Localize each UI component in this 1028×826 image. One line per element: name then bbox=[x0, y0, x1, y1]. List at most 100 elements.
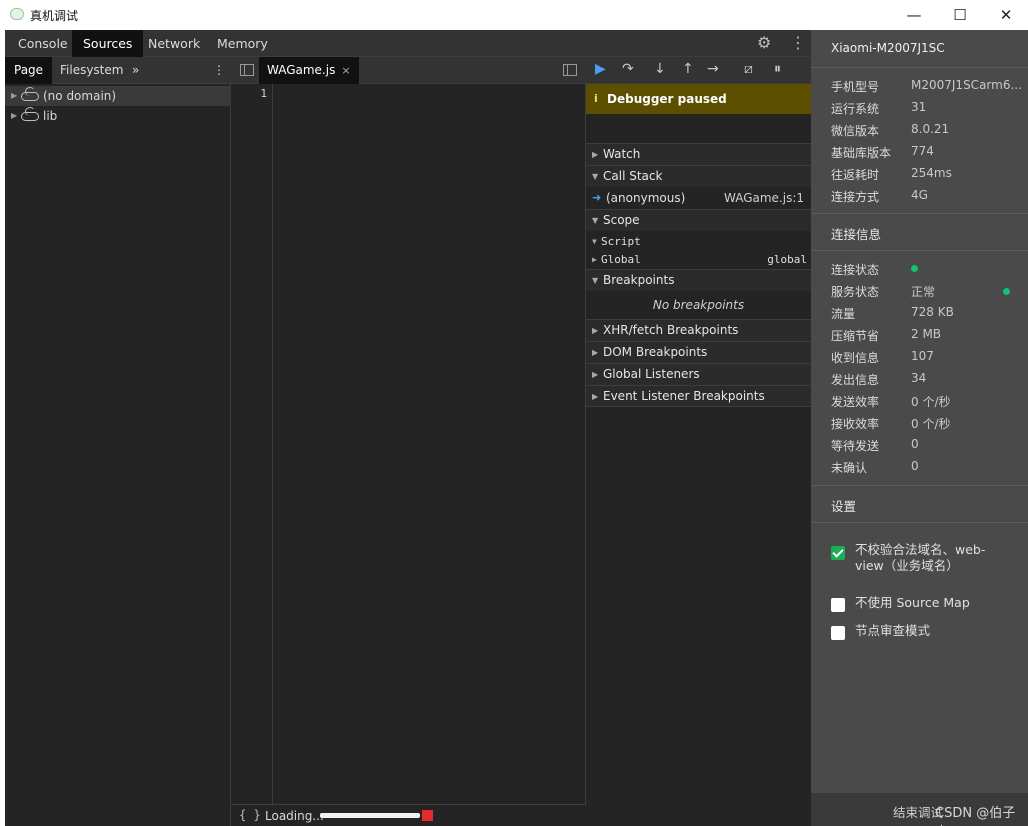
section-dom-breakpoints[interactable]: ▶ DOM Breakpoints bbox=[586, 341, 811, 363]
conn-value: 0 bbox=[911, 459, 919, 473]
conn-value: 0 个/秒 bbox=[911, 395, 951, 409]
tree-item-label: (no domain) bbox=[43, 89, 117, 103]
spec-key: 手机型号 bbox=[831, 80, 880, 94]
spec-key: 微信版本 bbox=[831, 124, 880, 138]
tab-sources[interactable]: Sources bbox=[72, 30, 144, 57]
tab-console[interactable]: Console bbox=[7, 30, 79, 57]
scope-global-row[interactable]: ▶ Global global bbox=[586, 250, 811, 270]
expand-triangle-icon: ▶ bbox=[592, 150, 599, 159]
step-over-icon[interactable]: ↷ bbox=[622, 61, 634, 77]
pause-on-exceptions-icon[interactable]: ⏸ bbox=[774, 61, 781, 77]
spec-value: 4G bbox=[911, 188, 928, 202]
line-gutter: 1 bbox=[231, 84, 273, 804]
title-bar: 真机调试 — ☐ ✕ bbox=[0, 0, 1028, 30]
call-frame-name: (anonymous) bbox=[606, 191, 686, 205]
spec-value: 774 bbox=[911, 144, 934, 158]
expand-triangle-icon: ▶ bbox=[592, 255, 597, 264]
editor-tab-bar: WAGame.js × bbox=[231, 57, 586, 84]
collapse-triangle-icon: ▼ bbox=[592, 237, 597, 246]
device-name: Xiaomi-M2007J1SC bbox=[831, 41, 945, 55]
no-breakpoints-text: No breakpoints bbox=[652, 298, 745, 312]
more-tabs-icon[interactable]: » bbox=[123, 57, 148, 84]
conn-value: 107 bbox=[911, 349, 934, 363]
conn-key: 连接状态 bbox=[831, 263, 880, 277]
skip-domain-check-label[interactable]: 不校验合法域名、web- view（业务域名） bbox=[855, 542, 985, 574]
tree-item-lib[interactable]: ▶ lib bbox=[5, 106, 231, 126]
app-logo-icon bbox=[10, 8, 24, 20]
conn-key: 发出信息 bbox=[831, 373, 880, 387]
resume-icon[interactable]: ▶︎ bbox=[595, 61, 606, 77]
conn-value: 0 个/秒 bbox=[911, 417, 951, 431]
stop-loading-icon[interactable] bbox=[422, 810, 433, 821]
section-scope[interactable]: ▼ Scope bbox=[586, 209, 811, 231]
skip-domain-check-checkbox[interactable] bbox=[831, 546, 845, 560]
node-inspect-mode-label[interactable]: 节点审查模式 bbox=[855, 623, 930, 639]
section-label: DOM Breakpoints bbox=[603, 345, 708, 359]
window-title: 真机调试 bbox=[30, 9, 79, 23]
close-tab-icon[interactable]: × bbox=[341, 64, 350, 77]
conn-key: 接收效率 bbox=[831, 417, 880, 431]
conn-key: 流量 bbox=[831, 307, 856, 321]
debugger-toolbar: ▶︎ ↷ ↓ ↑ → ⧄ ⏸ bbox=[586, 57, 811, 84]
section-event-listener-breakpoints[interactable]: ▶ Event Listener Breakpoints bbox=[586, 385, 811, 407]
loading-progress-bar bbox=[320, 813, 420, 818]
kebab-icon[interactable]: ⋮ bbox=[790, 33, 806, 52]
pretty-print-button[interactable]: { } bbox=[239, 808, 261, 822]
section-label: Global Listeners bbox=[603, 367, 700, 381]
spec-key: 往返耗时 bbox=[831, 168, 880, 182]
navigator-tabs: Page Filesystem » ⋮ bbox=[5, 57, 231, 84]
close-button[interactable]: ✕ bbox=[983, 0, 1028, 30]
call-frame-location[interactable]: WAGame.js:1 bbox=[724, 188, 804, 208]
tab-filesystem[interactable]: Filesystem bbox=[51, 57, 132, 84]
minimize-button[interactable]: — bbox=[891, 0, 937, 30]
divider bbox=[811, 67, 1028, 68]
divider bbox=[811, 522, 1028, 523]
toggle-navigator-icon[interactable] bbox=[240, 64, 254, 76]
devtools-panel: Console Sources Network Memory ⚙ ⋮ Page … bbox=[5, 30, 811, 826]
conn-key: 等待发送 bbox=[831, 439, 880, 453]
section-call-stack[interactable]: ▼ Call Stack bbox=[586, 165, 811, 187]
maximize-button[interactable]: ☐ bbox=[937, 0, 983, 30]
step-icon[interactable]: → bbox=[707, 61, 719, 77]
debugger-sidebar: ▶︎ ↷ ↓ ↑ → ⧄ ⏸ i Debugger paused ▶ Watch… bbox=[586, 57, 811, 826]
settings-header: 设置 bbox=[831, 499, 857, 514]
call-frame-row[interactable]: ➜ (anonymous) WAGame.js:1 bbox=[586, 188, 811, 208]
info-icon: i bbox=[594, 92, 598, 105]
paused-text: Debugger paused bbox=[607, 92, 727, 106]
tab-memory[interactable]: Memory bbox=[206, 30, 279, 57]
tree-item-label: lib bbox=[43, 109, 58, 123]
section-watch[interactable]: ▶ Watch bbox=[586, 143, 811, 165]
section-global-listeners[interactable]: ▶ Global Listeners bbox=[586, 363, 811, 385]
divider bbox=[811, 213, 1028, 214]
tab-network[interactable]: Network bbox=[137, 30, 211, 57]
navigator-menu-icon[interactable]: ⋮ bbox=[204, 57, 234, 84]
divider bbox=[811, 485, 1028, 486]
section-breakpoints[interactable]: ▼ Breakpoints bbox=[586, 269, 811, 291]
service-status-dot bbox=[1003, 288, 1010, 295]
tab-page[interactable]: Page bbox=[5, 57, 53, 84]
device-info-panel: Xiaomi-M2007J1SC 手机型号 M2007J1SCarm6... 运… bbox=[811, 30, 1028, 826]
devtools-tab-bar: Console Sources Network Memory ⚙ ⋮ bbox=[5, 30, 811, 57]
gear-icon[interactable]: ⚙ bbox=[757, 33, 771, 52]
scope-script-row[interactable]: ▼ Script bbox=[586, 232, 811, 252]
spec-value: 254ms bbox=[911, 166, 952, 180]
file-tab-wagame[interactable]: WAGame.js × bbox=[259, 57, 359, 84]
node-inspect-mode-checkbox[interactable] bbox=[831, 626, 845, 640]
spec-value: 8.0.21 bbox=[911, 122, 950, 136]
disable-source-map-checkbox[interactable] bbox=[831, 598, 845, 612]
section-xhr-breakpoints[interactable]: ▶ XHR/fetch Breakpoints bbox=[586, 319, 811, 341]
deactivate-breakpoints-icon[interactable]: ⧄ bbox=[744, 61, 753, 77]
tree-item-no-domain[interactable]: ▶ (no domain) bbox=[5, 86, 231, 106]
step-out-icon[interactable]: ↑ bbox=[682, 61, 694, 77]
code-editor: WAGame.js × 1 { } Loading... bbox=[231, 57, 586, 826]
section-label: Call Stack bbox=[603, 169, 663, 183]
scope-script-label: Script bbox=[601, 235, 641, 248]
collapse-triangle-icon: ▼ bbox=[592, 172, 599, 181]
cloud-icon bbox=[21, 107, 39, 121]
divider bbox=[811, 250, 1028, 251]
disable-source-map-label[interactable]: 不使用 Source Map bbox=[855, 595, 970, 611]
toggle-debugger-icon[interactable] bbox=[563, 64, 577, 76]
section-label: Scope bbox=[603, 213, 640, 227]
step-into-icon[interactable]: ↓ bbox=[654, 61, 666, 77]
setting-label-line1: 不校验合法域名、web- bbox=[855, 542, 986, 557]
